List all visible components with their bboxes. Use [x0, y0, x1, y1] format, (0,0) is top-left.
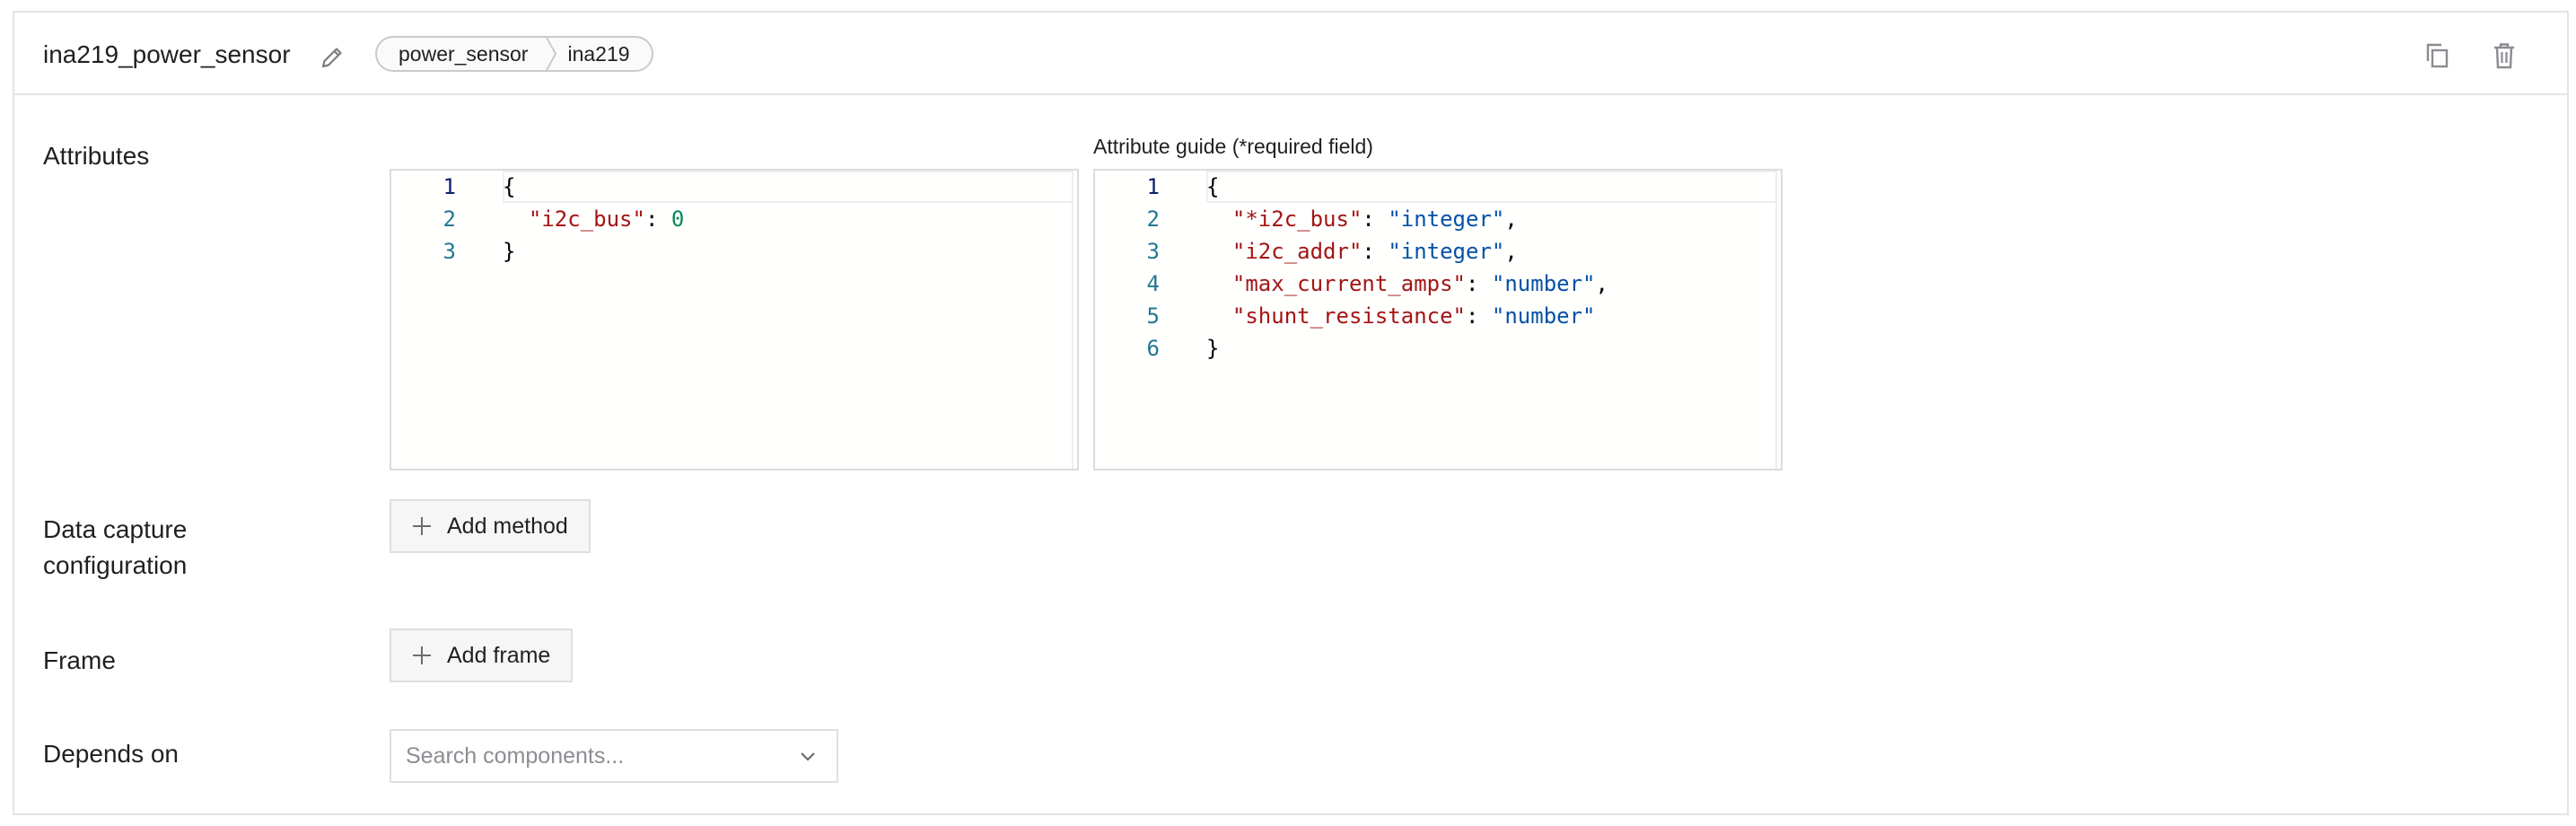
attributes-label: Attributes	[43, 142, 150, 170]
code-token: 0	[670, 206, 685, 232]
code-line: 4 "max_current_amps": "number",	[1095, 268, 1781, 300]
code-line: 1{	[391, 171, 1077, 203]
code-token: ,	[1504, 239, 1518, 264]
code-token: "integer"	[1388, 239, 1505, 264]
code-line: 2 "*i2c_bus": "integer",	[1095, 203, 1781, 235]
add-method-label: Add method	[447, 513, 568, 539]
code-text: "shunt_resistance": "number"	[1206, 300, 1596, 332]
depends-on-select[interactable]	[390, 729, 838, 783]
code-token: }	[1206, 336, 1220, 361]
add-method-button[interactable]: Add method	[390, 499, 591, 553]
code-token: "number"	[1491, 271, 1596, 296]
component-card: ina219_power_sensor power_sensor ina219 …	[13, 11, 2569, 815]
code-token: ,	[1504, 206, 1518, 232]
line-number: 1	[1146, 174, 1160, 199]
trash-icon[interactable]	[2488, 40, 2520, 72]
line-number: 4	[1146, 271, 1160, 296]
code-line: 3}	[391, 235, 1077, 268]
data-capture-label: Data capture configuration	[43, 512, 187, 584]
code-token: {	[503, 174, 516, 199]
code-text: }	[503, 235, 515, 268]
plus-icon	[413, 646, 431, 664]
code-text: "i2c_addr": "integer",	[1206, 235, 1518, 268]
line-number: 6	[1146, 336, 1160, 361]
code-token: }	[503, 239, 516, 264]
code-line: 2 "i2c_bus": 0	[391, 203, 1077, 235]
code-line: 6}	[1095, 332, 1781, 365]
code-token: :	[1466, 271, 1492, 296]
component-header: ina219_power_sensor power_sensor ina219	[14, 13, 2567, 95]
frame-label: Frame	[43, 646, 116, 674]
code-line: 1{	[1095, 171, 1781, 203]
code-token: "*i2c_bus"	[1231, 206, 1362, 232]
code-token: "i2c_addr"	[1231, 239, 1362, 264]
line-number: 2	[442, 206, 456, 232]
code-token: :	[1362, 206, 1389, 232]
code-line: 3 "i2c_addr": "integer",	[1095, 235, 1781, 268]
line-number: 3	[1146, 239, 1160, 264]
breadcrumb-item: power_sensor	[399, 42, 529, 66]
attribute-guide-label: Attribute guide (*required field)	[1093, 135, 1373, 158]
code-text: "i2c_bus": 0	[503, 203, 684, 235]
code-token: "max_current_amps"	[1231, 271, 1466, 296]
code-token: "number"	[1491, 303, 1596, 329]
code-token: :	[1466, 303, 1492, 329]
line-number: 1	[442, 174, 456, 199]
add-frame-label: Add frame	[447, 642, 551, 668]
add-frame-button[interactable]: Add frame	[390, 628, 573, 682]
breadcrumb-separator	[546, 38, 557, 70]
data-capture-label-line: configuration	[43, 551, 188, 579]
code-text: }	[1206, 332, 1219, 365]
search-components-input[interactable]	[391, 743, 786, 769]
code-text: {	[503, 171, 515, 203]
code-text: "max_current_amps": "number",	[1206, 268, 1608, 300]
breadcrumb: power_sensor ina219	[375, 36, 653, 72]
component-name: ina219_power_sensor	[43, 40, 291, 68]
data-capture-label-line: Data capture	[43, 515, 188, 543]
code-token: "shunt_resistance"	[1231, 303, 1466, 329]
chevron-down-icon[interactable]	[799, 751, 817, 763]
code-text: "*i2c_bus": "integer",	[1206, 203, 1518, 235]
attribute-guide-editor[interactable]: 1{2 "*i2c_bus": "integer", 3 "i2c_addr": …	[1093, 169, 1783, 470]
code-token: "i2c_bus"	[528, 206, 645, 232]
code-token: ,	[1595, 271, 1608, 296]
line-number: 3	[442, 239, 456, 264]
attributes-json-editor[interactable]: 1{2 "i2c_bus": 0 3}	[390, 169, 1079, 470]
code-line: 5 "shunt_resistance": "number"	[1095, 300, 1781, 332]
pencil-icon[interactable]	[318, 43, 346, 72]
code-token: :	[1362, 239, 1389, 264]
line-number: 5	[1146, 303, 1160, 329]
plus-icon	[413, 517, 431, 535]
line-number: 2	[1146, 206, 1160, 232]
copy-icon[interactable]	[2422, 40, 2454, 72]
code-token: :	[644, 206, 671, 232]
breadcrumb-item: ina219	[567, 42, 630, 66]
code-text: {	[1206, 171, 1219, 203]
code-token: "integer"	[1388, 206, 1505, 232]
code-token: {	[1206, 174, 1220, 199]
depends-on-label: Depends on	[43, 740, 180, 768]
